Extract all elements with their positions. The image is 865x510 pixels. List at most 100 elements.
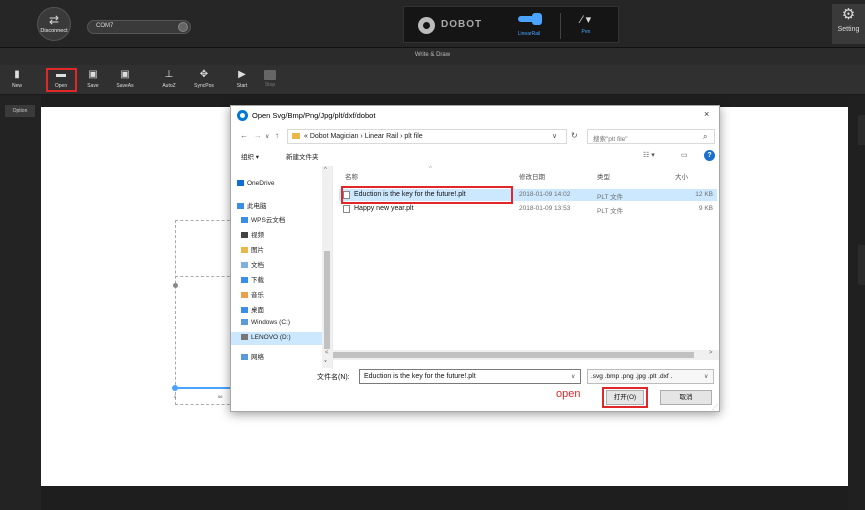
organize-menu[interactable]: 组织 ▾ — [241, 151, 259, 161]
resize-grip-icon[interactable]: ⋰ — [712, 404, 718, 411]
download-icon — [241, 277, 248, 283]
file-type: PLT 文件 — [597, 208, 624, 215]
dobot-logo-icon — [418, 17, 435, 34]
up-arrow-icon[interactable]: ↑ — [275, 131, 279, 140]
file-size: 12 KB — [695, 191, 713, 198]
new-file-icon: ▮ — [14, 69, 20, 80]
nav-scroll-thumb[interactable] — [324, 251, 330, 349]
nav-label: 此电脑 — [247, 203, 267, 210]
chevron-down-icon[interactable]: ∨ — [571, 373, 575, 380]
device-panel: DOBOT LinearRail ⁄ ▾ Pen — [403, 6, 619, 43]
address-bar[interactable]: « Dobot Magician › Linear Rail › plt fil… — [287, 129, 567, 144]
scroll-right-icon[interactable]: > — [709, 350, 713, 356]
right-panel-tab-top[interactable] — [858, 115, 865, 145]
sync-pos-label: SyncPos — [194, 83, 214, 89]
cancel-button[interactable]: 取消 — [660, 390, 712, 405]
tick-label: 66 — [218, 394, 223, 399]
new-folder-button[interactable]: 新建文件夹 — [286, 151, 319, 161]
command-bar: 组织 ▾ 新建文件夹 ☷ ▾ ▭ ? — [231, 148, 719, 164]
workspace-boundary — [175, 220, 235, 405]
file-icon — [343, 205, 350, 213]
nav-item-onedrive[interactable]: OneDrive — [237, 180, 274, 187]
file-row[interactable]: Happy new year.plt 2018-01-09 13:53 PLT … — [339, 203, 717, 215]
stop-button[interactable]: Stop — [259, 69, 281, 93]
workspace-guide — [175, 276, 235, 277]
sort-caret-icon: ^ — [429, 166, 432, 172]
stop-label: Stop — [264, 82, 276, 88]
right-panel — [848, 95, 865, 510]
file-date: 2018-01-09 14:02 — [519, 191, 571, 198]
port-selector[interactable]: COM7 — [87, 20, 191, 34]
scroll-up-icon[interactable]: ^ — [324, 167, 327, 173]
nav-label: 桌面 — [251, 307, 264, 314]
recent-chevron-icon[interactable]: ∨ — [265, 133, 269, 140]
navigation-pane: OneDrive 此电脑 WPS云文档 视频 图片 文档 下载 音乐 桌面 Wi… — [231, 166, 333, 369]
start-button[interactable]: ▶ Start — [231, 69, 253, 93]
close-icon[interactable]: × — [704, 109, 709, 119]
port-toggle-icon[interactable] — [178, 22, 188, 32]
play-icon: ▶ — [238, 69, 246, 80]
nav-item-pictures[interactable]: 图片 — [241, 244, 264, 254]
mode-title-bar: Write & Draw — [0, 48, 865, 65]
file-date: 2018-01-09 13:53 — [519, 205, 571, 212]
chevron-down-icon[interactable]: ∨ — [704, 373, 708, 380]
sync-pos-button[interactable]: ✥ SyncPos — [193, 69, 215, 93]
nav-label: 下载 — [251, 277, 264, 284]
refresh-icon[interactable]: ↻ — [571, 131, 578, 140]
filename-input[interactable]: Eduction is the key for the future!.plt … — [359, 369, 581, 384]
nav-scrollbar[interactable]: ^ v — [322, 166, 332, 368]
back-arrow-icon[interactable]: ← — [240, 131, 248, 140]
nav-label: Windows (C:) — [251, 319, 291, 326]
options-button[interactable]: Option — [5, 105, 35, 117]
address-row: ← → ∨ ↑ « Dobot Magician › Linear Rail ›… — [231, 126, 719, 146]
horizontal-scroll-thumb[interactable] — [333, 352, 694, 358]
view-options-icon[interactable]: ☷ ▾ — [643, 151, 655, 159]
help-icon[interactable]: ? — [704, 150, 715, 161]
new-label: New — [11, 83, 22, 89]
linear-rail-mode-button[interactable]: LinearRail — [511, 13, 547, 41]
setting-button[interactable]: ⚙ Setting — [832, 4, 865, 44]
nav-item-drive-d[interactable]: LENOVO (D:) — [241, 334, 291, 341]
nav-item-music[interactable]: 音乐 — [241, 289, 264, 299]
column-type[interactable]: 类型 — [597, 171, 610, 181]
nav-item-downloads[interactable]: 下载 — [241, 274, 264, 284]
scroll-left-icon[interactable]: < — [325, 350, 329, 356]
search-input[interactable]: 搜索"plt file" ⌕ — [587, 129, 715, 144]
column-name[interactable]: 名称 — [345, 171, 358, 181]
nav-item-this-pc[interactable]: 此电脑 — [237, 200, 267, 210]
boundary-point — [173, 283, 178, 288]
right-panel-tab[interactable] — [858, 245, 865, 285]
nav-item-documents[interactable]: 文档 — [241, 259, 264, 269]
nav-label: WPS云文档 — [251, 217, 286, 224]
preview-pane-icon[interactable]: ▭ — [681, 151, 688, 159]
save-as-button[interactable]: ▣ SaveAs — [114, 69, 136, 93]
disconnect-button[interactable]: ⇄ Disconnect — [37, 7, 71, 41]
top-bar: ⇄ Disconnect COM7 DOBOT LinearRail ⁄ ▾ P… — [0, 0, 865, 48]
chevron-down-icon[interactable]: ∨ — [552, 132, 557, 140]
open-file-dialog: Open Svg/Bmp/Png/Jpg/plt/dxf/dobot × ← →… — [230, 105, 720, 412]
dialog-title-bar: Open Svg/Bmp/Png/Jpg/plt/dxf/dobot × — [231, 106, 719, 126]
pen-label: Pen — [581, 29, 591, 35]
nav-item-wps[interactable]: WPS云文档 — [241, 214, 285, 224]
nav-item-drive-c[interactable]: Windows (C:) — [241, 319, 290, 326]
file-size: 9 KB — [698, 205, 713, 212]
pen-mode-button[interactable]: ⁄ ▾ Pen — [571, 13, 601, 41]
save-as-icon: ▣ — [120, 69, 130, 80]
sync-pos-icon: ✥ — [199, 69, 209, 80]
file-list-header: 名称 ^ 修改日期 类型 大小 — [339, 166, 717, 182]
save-button[interactable]: ▣ Save — [82, 69, 104, 93]
nav-item-videos[interactable]: 视频 — [241, 229, 264, 239]
forward-arrow-icon[interactable]: → — [254, 131, 262, 140]
column-size[interactable]: 大小 — [675, 171, 688, 181]
column-date[interactable]: 修改日期 — [519, 171, 545, 181]
autoz-button[interactable]: ⊥ AutoZ — [158, 69, 180, 93]
autoz-label: AutoZ — [162, 83, 176, 89]
nav-label: 文档 — [251, 262, 264, 269]
nav-item-desktop[interactable]: 桌面 — [241, 304, 264, 314]
horizontal-scrollbar[interactable]: < > — [323, 350, 719, 360]
file-type-select[interactable]: .svg .bmp .png .jpg .plt .dxf . ∨ — [587, 369, 714, 384]
document-icon — [241, 262, 248, 268]
new-button[interactable]: ▮ New — [6, 69, 28, 93]
nav-item-network[interactable]: 网络 — [241, 351, 264, 361]
setting-label: Setting — [837, 26, 860, 33]
